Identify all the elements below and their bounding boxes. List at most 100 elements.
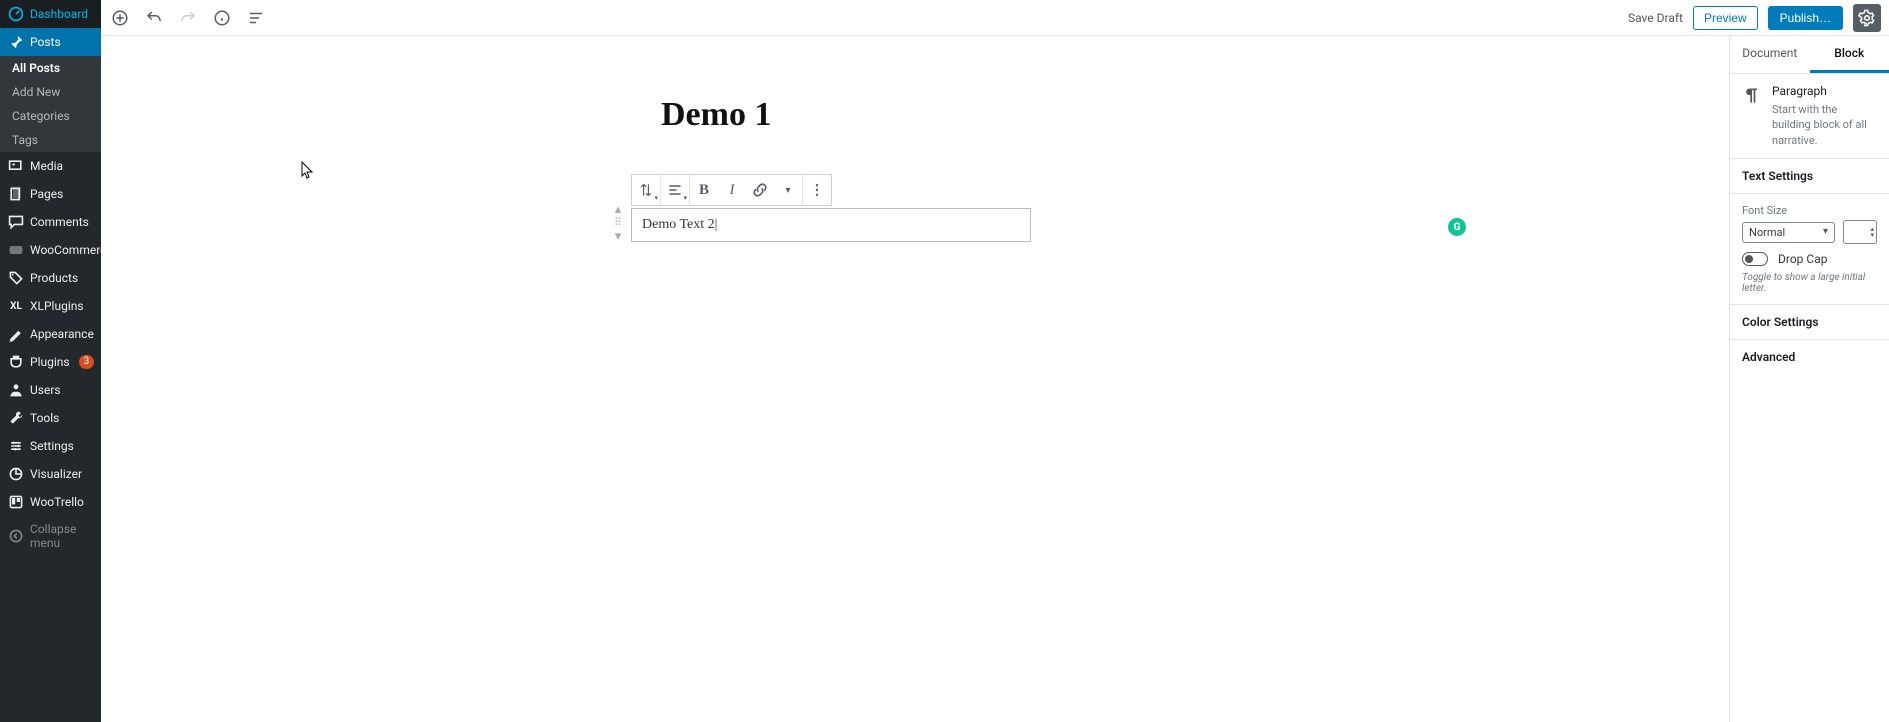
sidebar-item-wootrello[interactable]: WooTrello [0, 488, 101, 516]
media-icon [8, 158, 24, 174]
sidebar-item-label: Media [30, 159, 63, 173]
posts-submenu: All Posts Add New Categories Tags [0, 56, 101, 152]
sidebar-item-products[interactable]: Products [0, 264, 101, 292]
visualizer-icon [8, 466, 24, 482]
sidebar-item-posts[interactable]: Posts [0, 28, 101, 56]
sidebar-item-dashboard[interactable]: Dashboard [0, 0, 101, 28]
drag-handle-icon[interactable]: ⠿ [614, 216, 622, 229]
settings-panel: Document Block Paragraph Start with the … [1729, 36, 1889, 722]
mouse-cursor-icon [301, 161, 315, 179]
comments-icon [8, 214, 24, 230]
woocommerce-icon [8, 242, 24, 258]
settings-toggle-button[interactable] [1853, 4, 1881, 32]
products-icon [8, 270, 24, 286]
paragraph-icon [1742, 86, 1762, 106]
move-down-button[interactable]: ▾ [609, 229, 627, 243]
drop-cap-toggle[interactable] [1742, 252, 1768, 266]
sidebar-item-label: Comments [30, 215, 89, 229]
main-area: Save Draft Preview Publish… Demo 1 ▴ ⠿ ▾… [101, 0, 1889, 722]
xl-icon: XL [8, 298, 24, 314]
sidebar-item-label: Posts [30, 35, 61, 49]
publish-button[interactable]: Publish… [1768, 6, 1843, 30]
block-mover: ▴ ⠿ ▾ [609, 202, 627, 243]
sidebar-item-label: Products [30, 271, 78, 285]
drop-cap-hint: Toggle to show a large initial letter. [1742, 272, 1877, 294]
submenu-categories[interactable]: Categories [0, 104, 101, 128]
panel-tabs: Document Block [1730, 36, 1889, 74]
sidebar-item-label: WooTrello [30, 495, 84, 509]
post-title[interactable]: Demo 1 [661, 96, 1729, 134]
appearance-icon [8, 326, 24, 342]
pages-icon [8, 186, 24, 202]
link-button[interactable] [746, 175, 774, 205]
block-description: Paragraph Start with the building block … [1730, 74, 1889, 159]
dashboard-icon [8, 6, 24, 22]
submenu-tags[interactable]: Tags [0, 128, 101, 152]
sidebar-item-media[interactable]: Media [0, 152, 101, 180]
preview-button[interactable]: Preview [1693, 6, 1758, 30]
sidebar-item-comments[interactable]: Comments [0, 208, 101, 236]
wootrello-icon [8, 494, 24, 510]
plugins-icon [8, 354, 24, 370]
content-info-button[interactable] [211, 7, 233, 29]
tab-document[interactable]: Document [1730, 36, 1810, 73]
save-draft-button[interactable]: Save Draft [1628, 11, 1683, 25]
pin-icon [8, 34, 24, 50]
tools-icon [8, 410, 24, 426]
users-icon [8, 382, 24, 398]
plugins-badge: 3 [79, 355, 95, 369]
sidebar-item-label: Dashboard [30, 7, 88, 21]
font-size-label: Font Size [1742, 204, 1877, 217]
sidebar-item-plugins[interactable]: Plugins 3 [0, 348, 101, 376]
admin-sidebar: Dashboard Posts All Posts Add New Catego… [0, 0, 101, 722]
more-formatting-button[interactable]: ▾ [774, 175, 802, 205]
advanced-heading[interactable]: Advanced [1730, 340, 1889, 374]
sidebar-item-users[interactable]: Users [0, 376, 101, 404]
paragraph-block-input[interactable]: Demo Text 2 [631, 208, 1031, 242]
collapse-icon [8, 528, 24, 544]
more-options-button[interactable] [803, 175, 831, 205]
collapse-label: Collapse menu [30, 522, 93, 550]
sidebar-item-xlplugins[interactable]: XL XLPlugins [0, 292, 101, 320]
sidebar-item-woocommerce[interactable]: WooCommerce [0, 236, 101, 264]
sidebar-item-appearance[interactable]: Appearance [0, 320, 101, 348]
add-block-button[interactable] [109, 7, 131, 29]
sidebar-item-visualizer[interactable]: Visualizer [0, 460, 101, 488]
paragraph-block-wrap: ▴ ⠿ ▾ ▾ ▾ B I ▾ [631, 174, 1056, 242]
settings-icon [8, 438, 24, 454]
sidebar-item-label: XLPlugins [30, 299, 84, 313]
font-size-number-input[interactable]: ▴▾ [1843, 220, 1877, 244]
editor-body: Demo 1 ▴ ⠿ ▾ ▾ ▾ B I [101, 36, 1889, 722]
text-settings-body: Font Size Normal ▴▾ Drop Cap Toggle to s… [1730, 194, 1889, 305]
grammarly-badge-icon[interactable]: G [1448, 218, 1466, 236]
block-navigation-button[interactable] [245, 7, 267, 29]
editor-topbar: Save Draft Preview Publish… [101, 0, 1889, 36]
undo-button[interactable] [143, 7, 165, 29]
color-settings-heading[interactable]: Color Settings [1730, 305, 1889, 340]
tab-block[interactable]: Block [1810, 36, 1889, 73]
change-block-type-button[interactable]: ▾ [632, 175, 660, 205]
redo-button[interactable] [177, 7, 199, 29]
sidebar-item-label: Appearance [30, 327, 94, 341]
editor-canvas[interactable]: Demo 1 ▴ ⠿ ▾ ▾ ▾ B I [101, 36, 1729, 722]
font-size-select[interactable]: Normal [1742, 222, 1835, 243]
block-type-label: Paragraph [1772, 84, 1877, 98]
sidebar-item-label: Settings [30, 439, 74, 453]
sidebar-item-label: Tools [30, 411, 59, 425]
block-type-description: Start with the building block of all nar… [1772, 102, 1877, 148]
drop-cap-label: Drop Cap [1778, 252, 1827, 266]
sidebar-item-tools[interactable]: Tools [0, 404, 101, 432]
collapse-menu[interactable]: Collapse menu [0, 516, 101, 556]
text-settings-heading[interactable]: Text Settings [1730, 159, 1889, 194]
sidebar-item-label: Plugins [30, 355, 70, 369]
block-toolbar: ▾ ▾ B I ▾ [631, 174, 832, 206]
italic-button[interactable]: I [718, 175, 746, 205]
align-button[interactable]: ▾ [661, 175, 689, 205]
submenu-all-posts[interactable]: All Posts [0, 56, 101, 80]
sidebar-item-pages[interactable]: Pages [0, 180, 101, 208]
submenu-add-new[interactable]: Add New [0, 80, 101, 104]
move-up-button[interactable]: ▴ [609, 202, 627, 216]
bold-button[interactable]: B [690, 175, 718, 205]
sidebar-item-label: Pages [30, 187, 63, 201]
sidebar-item-settings[interactable]: Settings [0, 432, 101, 460]
